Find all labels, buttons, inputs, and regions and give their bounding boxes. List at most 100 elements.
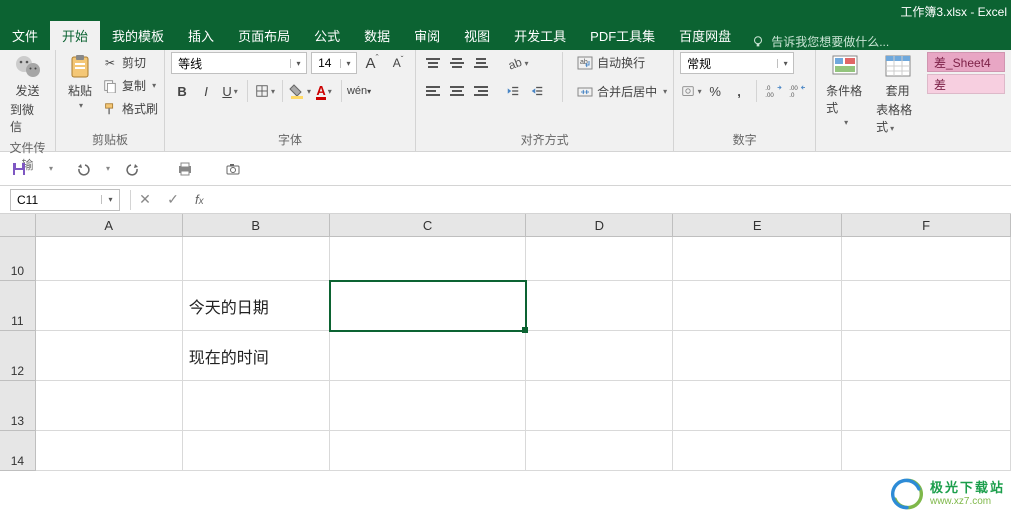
tab-data[interactable]: 数据 (352, 21, 402, 50)
cell[interactable] (842, 237, 1011, 281)
cell[interactable] (673, 281, 842, 331)
decrease-indent-button[interactable] (502, 80, 524, 102)
cell-styles-gallery[interactable]: 差_Sheet4 差 (927, 52, 1005, 94)
wrap-text-button[interactable]: ab 自动换行 (577, 52, 667, 73)
border-button[interactable]: ▾ (254, 80, 276, 102)
bold-button[interactable]: B (171, 80, 193, 102)
cell[interactable] (36, 431, 183, 471)
comma-button[interactable]: , (728, 80, 750, 102)
cell[interactable] (526, 381, 673, 431)
cancel-formula-button[interactable]: ✕ (131, 189, 159, 211)
row-header[interactable]: 11 (0, 281, 36, 331)
cut-button[interactable]: ✂ 剪切 (102, 52, 158, 73)
cell[interactable] (330, 281, 527, 331)
tab-review[interactable]: 审阅 (402, 21, 452, 50)
tab-page-layout[interactable]: 页面布局 (226, 21, 302, 50)
align-right-button[interactable] (470, 80, 492, 102)
column-header-C[interactable]: C (330, 214, 527, 236)
select-all-corner[interactable] (0, 214, 36, 236)
send-to-wechat-button[interactable]: 发送 到微信 (6, 52, 49, 137)
orientation-button[interactable]: ab (502, 52, 532, 74)
name-box[interactable]: C11 ▾ (10, 189, 120, 211)
conditional-format-button[interactable]: 条件格式 ▾ (822, 52, 868, 129)
undo-button[interactable] (74, 160, 92, 178)
formula-input[interactable] (212, 189, 1011, 211)
tab-baidu[interactable]: 百度网盘 (667, 21, 743, 50)
tab-developer[interactable]: 开发工具 (502, 21, 578, 50)
tab-view[interactable]: 视图 (452, 21, 502, 50)
cell[interactable] (183, 381, 330, 431)
align-middle-button[interactable] (446, 52, 468, 74)
chevron-down-icon[interactable]: ▾ (290, 59, 306, 68)
confirm-formula-button[interactable]: ✓ (159, 189, 187, 211)
accounting-format-button[interactable] (680, 80, 702, 102)
qat-dropdown[interactable]: ▾ (42, 160, 60, 178)
fx-icon[interactable]: fx (195, 192, 204, 207)
cell[interactable] (330, 237, 527, 281)
number-format-combo[interactable]: 常规 ▾ (680, 52, 794, 74)
row-header[interactable]: 12 (0, 331, 36, 381)
cell[interactable] (36, 281, 183, 331)
chevron-down-icon[interactable]: ▾ (340, 59, 356, 68)
decrease-decimal-button[interactable]: .00.0 (787, 80, 809, 102)
style-bad-sheet4[interactable]: 差_Sheet4 (927, 52, 1005, 72)
column-header-E[interactable]: E (673, 214, 842, 236)
tab-pdf-tools[interactable]: PDF工具集 (578, 21, 667, 50)
tab-home[interactable]: 开始 (50, 21, 100, 50)
decrease-font-button[interactable]: Aˇ (387, 52, 409, 74)
camera-button[interactable] (224, 160, 242, 178)
cell[interactable] (36, 381, 183, 431)
cell[interactable] (842, 381, 1011, 431)
cell[interactable] (330, 331, 527, 381)
increase-font-button[interactable]: Aˆ (361, 52, 383, 74)
tab-formulas[interactable]: 公式 (302, 21, 352, 50)
copy-button[interactable]: 复制▾ (102, 75, 158, 96)
align-left-button[interactable] (422, 80, 444, 102)
fill-color-button[interactable]: ▾ (289, 80, 311, 102)
cell[interactable] (526, 431, 673, 471)
redo-button[interactable] (124, 160, 142, 178)
italic-button[interactable]: I (195, 80, 217, 102)
cell[interactable] (36, 331, 183, 381)
column-header-A[interactable]: A (36, 214, 183, 236)
cell[interactable] (330, 381, 527, 431)
cell[interactable] (526, 281, 673, 331)
cell[interactable] (526, 331, 673, 381)
print-preview-button[interactable] (176, 160, 194, 178)
row-header[interactable]: 14 (0, 431, 36, 471)
align-top-button[interactable] (422, 52, 444, 74)
increase-decimal-button[interactable]: .0.00 (763, 80, 785, 102)
cell[interactable] (36, 237, 183, 281)
row-header[interactable]: 10 (0, 237, 36, 281)
cell[interactable] (673, 331, 842, 381)
merge-center-button[interactable]: 合并后居中▾ (577, 81, 667, 102)
table-format-button[interactable]: 套用 表格格式▾ (872, 52, 923, 137)
column-header-F[interactable]: F (842, 214, 1011, 236)
style-bad[interactable]: 差 (927, 74, 1005, 94)
column-header-B[interactable]: B (183, 214, 330, 236)
align-center-button[interactable] (446, 80, 468, 102)
format-painter-button[interactable]: 格式刷 (102, 98, 158, 119)
font-size-combo[interactable]: 14 ▾ (311, 52, 357, 74)
underline-button[interactable]: U▾ (219, 80, 241, 102)
chevron-down-icon[interactable]: ▾ (777, 59, 793, 68)
cell[interactable] (842, 431, 1011, 471)
cell[interactable]: 今天的日期 (183, 281, 330, 331)
tab-file[interactable]: 文件 (0, 21, 50, 50)
row-header[interactable]: 13 (0, 381, 36, 431)
cell[interactable] (183, 237, 330, 281)
cell[interactable]: 现在的时间 (183, 331, 330, 381)
phonetic-button[interactable]: wén▾ (348, 80, 370, 102)
tell-me-box[interactable]: 告诉我您想要做什么... (743, 33, 897, 50)
font-color-button[interactable]: A▾ (313, 80, 335, 102)
column-header-D[interactable]: D (526, 214, 673, 236)
increase-indent-button[interactable] (526, 80, 548, 102)
cell[interactable] (330, 431, 527, 471)
cell[interactable] (673, 381, 842, 431)
cell[interactable] (526, 237, 673, 281)
font-name-combo[interactable]: 等线 ▾ (171, 52, 307, 74)
cell[interactable] (673, 431, 842, 471)
cell[interactable] (673, 237, 842, 281)
cell[interactable] (842, 281, 1011, 331)
cell[interactable] (842, 331, 1011, 381)
